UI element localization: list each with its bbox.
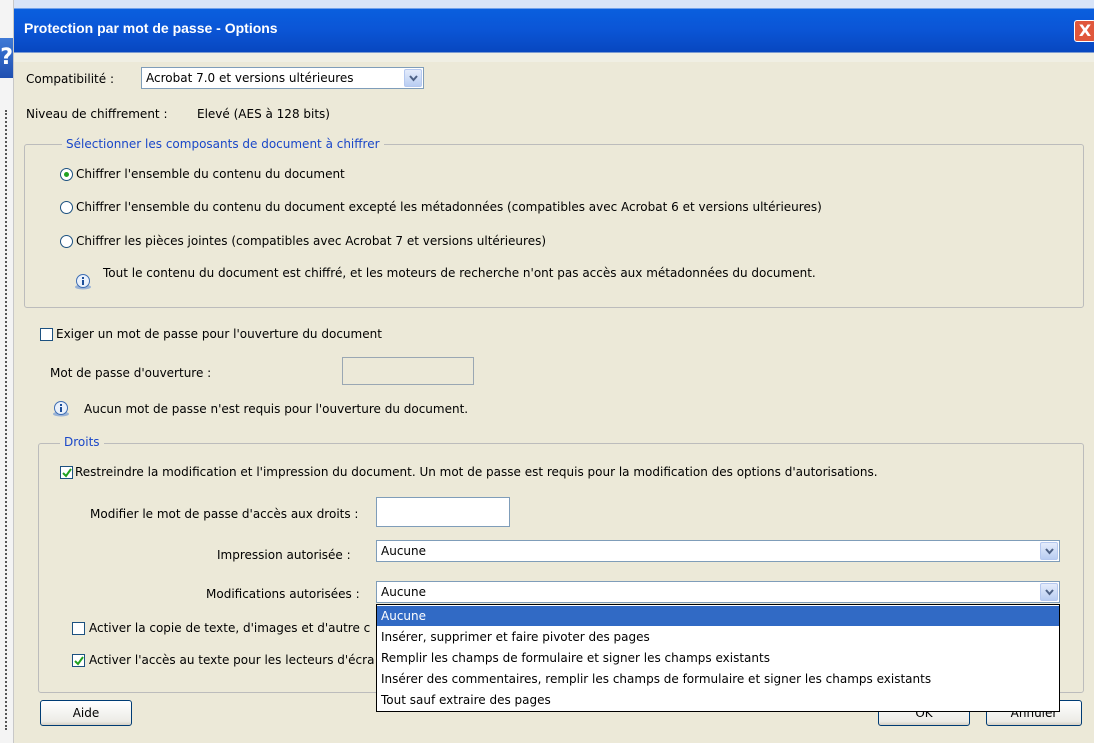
restrict-editing-label[interactable]: Restreindre la modification et l'impress… (75, 465, 878, 479)
chevron-down-icon[interactable] (1040, 542, 1058, 560)
compatibility-label: Compatibilité : (26, 72, 114, 86)
encryption-level-label: Niveau de chiffrement : (26, 107, 168, 121)
radio-encrypt-all-label[interactable]: Chiffrer l'ensemble du contenu du docume… (76, 167, 345, 181)
chevron-down-icon[interactable] (404, 69, 422, 87)
dotted-ruler (5, 110, 7, 730)
help-button[interactable]: Aide (40, 700, 132, 726)
dropdown-option[interactable]: Aucune (377, 606, 1059, 626)
dropdown-option[interactable]: Insérer, supprimer et faire pivoter des … (377, 627, 1059, 647)
background-window-edge: ? (0, 0, 14, 743)
password-options-dialog: Protection par mot de passe - Options X … (14, 0, 1094, 743)
dropdown-option[interactable]: Tout sauf extraire des pages (377, 690, 1059, 710)
compatibility-value: Acrobat 7.0 et versions ultérieures (146, 71, 354, 85)
radio-encrypt-except-metadata-label[interactable]: Chiffrer l'ensemble du contenu du docume… (76, 200, 822, 214)
printing-allowed-select[interactable]: Aucune (376, 540, 1060, 562)
screen-reader-access-checkbox[interactable] (72, 654, 85, 667)
dialog-title: Protection par mot de passe - Options (24, 20, 278, 36)
enable-copy-label[interactable]: Activer la copie de texte, d'images et d… (89, 621, 370, 635)
open-password-label: Mot de passe d'ouverture : (50, 366, 212, 380)
permissions-password-field[interactable] (376, 497, 510, 527)
info-icon (75, 274, 91, 290)
open-password-info-text: Aucun mot de passe n'est requis pour l'o… (84, 402, 469, 416)
components-group-legend: Sélectionner les composants de document … (62, 137, 384, 151)
rights-group-legend: Droits (60, 435, 104, 449)
printing-allowed-label: Impression autorisée : (217, 548, 351, 562)
printing-allowed-value: Aucune (381, 544, 427, 558)
dropdown-option[interactable]: Remplir les champs de formulaire et sign… (377, 648, 1059, 668)
changes-dropdown-list: Aucune Insérer, supprimer et faire pivot… (376, 604, 1060, 712)
require-open-password-label[interactable]: Exiger un mot de passe pour l'ouverture … (56, 327, 382, 341)
changes-allowed-select[interactable]: Aucune (376, 581, 1060, 603)
radio-encrypt-attachments-label[interactable]: Chiffrer les pièces jointes (compatibles… (76, 234, 546, 248)
close-button[interactable]: X (1074, 20, 1094, 42)
compatibility-select[interactable]: Acrobat 7.0 et versions ultérieures (141, 67, 424, 89)
info-icon (53, 401, 69, 417)
open-password-field[interactable] (342, 357, 474, 385)
help-question-icon: ? (0, 38, 13, 78)
changes-allowed-label: Modifications autorisées : (206, 587, 360, 601)
enable-copy-checkbox[interactable] (72, 622, 85, 635)
chevron-down-icon[interactable] (1040, 583, 1058, 601)
restrict-editing-checkbox[interactable] (60, 466, 73, 479)
require-open-password-checkbox[interactable] (40, 328, 53, 341)
encryption-level-value: Elevé (AES à 128 bits) (197, 107, 330, 121)
components-info-text: Tout le contenu du document est chiffré,… (103, 266, 816, 280)
radio-encrypt-all[interactable] (60, 168, 73, 181)
radio-encrypt-except-metadata[interactable] (60, 201, 73, 214)
radio-encrypt-attachments[interactable] (60, 235, 73, 248)
title-bar[interactable]: Protection par mot de passe - Options (14, 0, 1094, 62)
changes-allowed-value: Aucune (381, 585, 427, 599)
screen-reader-access-label[interactable]: Activer l'accès au texte pour les lecteu… (89, 653, 374, 667)
dropdown-option[interactable]: Insérer des commentaires, remplir les ch… (377, 669, 1059, 689)
permissions-password-label: Modifier le mot de passe d'accès aux dro… (90, 507, 359, 521)
